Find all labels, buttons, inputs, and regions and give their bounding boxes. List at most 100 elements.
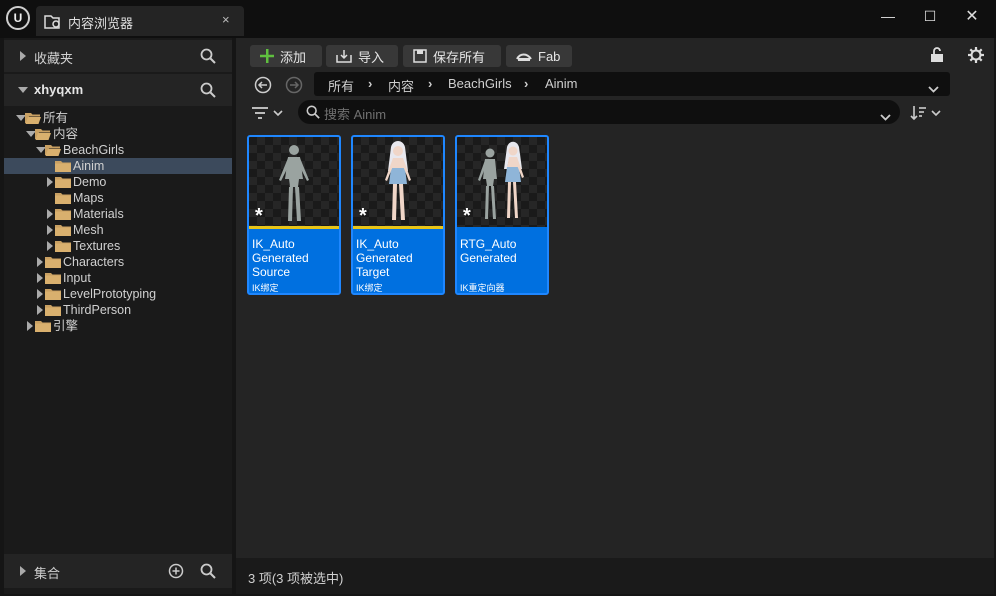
- tree-folder-item[interactable]: 所有: [4, 110, 232, 126]
- fab-button[interactable]: Fab: [506, 45, 572, 67]
- save-all-button-label: 保存所有: [433, 49, 486, 65]
- tree-folder-item[interactable]: Ainim: [4, 158, 232, 174]
- folder-icon: [55, 240, 71, 252]
- folder-open-icon: [35, 128, 51, 140]
- folder-icon: [55, 224, 71, 236]
- tree-folder-item[interactable]: Maps: [4, 190, 232, 206]
- chevron-down-icon[interactable]: [880, 109, 891, 124]
- breadcrumb-item[interactable]: Ainim: [545, 76, 578, 91]
- tree-folder-label: Mesh: [73, 223, 104, 237]
- caret-right-icon[interactable]: [37, 257, 43, 267]
- asset-tile[interactable]: * RTG_Auto Generated IK重定向器: [455, 135, 549, 295]
- import-icon: [336, 50, 352, 63]
- tab-close-button[interactable]: ×: [222, 12, 230, 27]
- chevron-right-icon[interactable]: ›: [524, 76, 528, 91]
- tree-folder-item[interactable]: 引擎: [4, 318, 232, 334]
- folder-icon: [45, 288, 61, 300]
- tree-folder-label: 所有: [43, 111, 69, 125]
- tree-folder-label: Ainim: [73, 159, 105, 173]
- tree-folder-item[interactable]: LevelPrototyping: [4, 286, 232, 302]
- folder-open-icon: [45, 144, 61, 156]
- unsaved-asterisk-icon: *: [255, 205, 263, 227]
- folder-icon: [55, 176, 71, 188]
- tree-folder-label: Materials: [73, 207, 124, 221]
- caret-right-icon[interactable]: [47, 209, 53, 219]
- asset-tile[interactable]: * IK_Auto Generated Target IK绑定: [351, 135, 445, 295]
- asset-type-label: IK绑定: [356, 283, 383, 293]
- caret-right-icon[interactable]: [47, 225, 53, 235]
- asset-name: IK_Auto Generated Target: [356, 237, 413, 279]
- search-placeholder: 搜索 Ainim: [324, 107, 387, 122]
- breadcrumb: 所有 › 内容 › BeachGirls › Ainim: [314, 72, 950, 96]
- tree-folder-item[interactable]: Textures: [4, 238, 232, 254]
- tree-folder-item[interactable]: 内容: [4, 126, 232, 142]
- save-icon: [413, 49, 427, 63]
- folder-open-icon: [25, 112, 41, 124]
- sources-panel: 收藏夹 xhyqxm 所有 内容 BeachGirls Ainim Demo Maps Ma…: [4, 38, 232, 594]
- fab-icon: [516, 53, 532, 61]
- asset-type-label: IK绑定: [252, 283, 279, 293]
- search-icon[interactable]: [200, 48, 216, 67]
- lock-icon[interactable]: [930, 47, 944, 66]
- import-button-label: 导入: [358, 49, 385, 65]
- search-icon[interactable]: [200, 82, 216, 101]
- asset-name: RTG_Auto Generated: [460, 237, 517, 265]
- caret-right-icon[interactable]: [37, 305, 43, 315]
- favorites-label: 收藏夹: [34, 51, 74, 66]
- tree-folder-item[interactable]: Mesh: [4, 222, 232, 238]
- settings-gear-icon[interactable]: [968, 47, 984, 66]
- import-button[interactable]: 导入: [326, 45, 398, 67]
- project-label: xhyqxm: [34, 82, 84, 97]
- favorites-header[interactable]: 收藏夹: [4, 40, 232, 72]
- plus-icon: [260, 49, 274, 63]
- folder-icon: [55, 192, 71, 204]
- caret-right-icon[interactable]: [47, 177, 53, 187]
- caret-right-icon: [20, 51, 26, 61]
- tree-folder-item[interactable]: Materials: [4, 206, 232, 222]
- back-arrow-icon[interactable]: [254, 76, 272, 97]
- tab-content-browser[interactable]: 内容浏览器 ×: [36, 6, 244, 36]
- caret-right-icon[interactable]: [37, 273, 43, 283]
- tree-folder-item[interactable]: Characters: [4, 254, 232, 270]
- folder-icon: [55, 208, 71, 220]
- tab-title: 内容浏览器: [68, 16, 134, 31]
- tree-folder-item[interactable]: Demo: [4, 174, 232, 190]
- project-header[interactable]: xhyqxm: [4, 74, 232, 106]
- tree-folder-item[interactable]: Input: [4, 270, 232, 286]
- minimize-button[interactable]: —: [874, 6, 902, 26]
- unreal-logo-icon[interactable]: U: [6, 6, 30, 30]
- search-icon: [306, 105, 320, 122]
- breadcrumb-item[interactable]: BeachGirls: [448, 76, 512, 91]
- chevron-down-icon[interactable]: [928, 81, 939, 96]
- unsaved-asterisk-icon: *: [359, 205, 367, 227]
- folder-icon: [35, 320, 51, 332]
- tree-folder-item[interactable]: BeachGirls: [4, 142, 232, 158]
- tree-folder-label: Input: [63, 271, 91, 285]
- content-browser-icon: [44, 14, 62, 33]
- tree-folder-item[interactable]: ThirdPerson: [4, 302, 232, 318]
- forward-arrow-icon[interactable]: [285, 76, 303, 97]
- sort-icon[interactable]: [910, 105, 942, 124]
- close-window-button[interactable]: ✕: [958, 6, 986, 26]
- tree-folder-label: Characters: [63, 255, 125, 269]
- chevron-right-icon[interactable]: ›: [368, 76, 372, 91]
- folder-icon: [55, 160, 71, 172]
- filter-icon[interactable]: [252, 106, 284, 123]
- caret-right-icon[interactable]: [47, 241, 53, 251]
- tree-folder-label: ThirdPerson: [63, 303, 132, 317]
- collections-header[interactable]: 集合: [4, 554, 232, 588]
- chevron-right-icon[interactable]: ›: [428, 76, 432, 91]
- asset-tile[interactable]: * IK_Auto Generated Source IK绑定: [247, 135, 341, 295]
- breadcrumb-item[interactable]: 所有: [328, 76, 354, 95]
- tree-folder-label: Maps: [73, 191, 104, 205]
- save-all-button[interactable]: 保存所有: [403, 45, 501, 67]
- search-input[interactable]: 搜索 Ainim: [298, 100, 900, 124]
- maximize-button[interactable]: ☐: [916, 6, 944, 26]
- caret-right-icon[interactable]: [27, 321, 33, 331]
- add-collection-icon[interactable]: [168, 563, 184, 582]
- search-icon[interactable]: [200, 563, 216, 582]
- breadcrumb-item[interactable]: 内容: [388, 76, 414, 95]
- add-button[interactable]: 添加: [250, 45, 322, 67]
- tree-folder-label: Textures: [73, 239, 121, 253]
- caret-right-icon[interactable]: [37, 289, 43, 299]
